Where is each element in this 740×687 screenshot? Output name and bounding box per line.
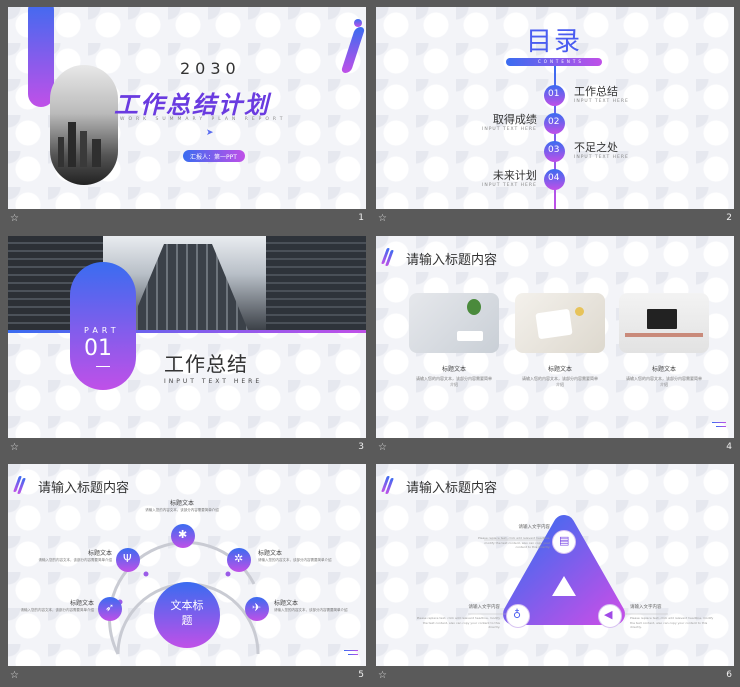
slide-6: 请输入标题内容 ▤ ♁ ◀ 请输入文字内容 Please replace tex… [376,464,734,666]
slash-logo-icon [381,248,394,266]
toc-title: 目录 [526,27,583,57]
slide-number: 2 [726,213,732,223]
toc-dot-4: 04 [544,169,565,190]
node-icon-lowright: ✈ [245,597,269,621]
footer-line [716,426,726,427]
bulb-icon: ♁ [513,608,522,621]
slide-number: 5 [358,670,364,680]
node-icon-left: Ψ [116,548,140,572]
reporter-pill: 汇报人：第一PPT [183,150,245,162]
section-sub: INPUT TEXT HERE [164,378,263,385]
slide-1: 2030 工作总结计划 WORK SUMMARY PLAN REPORT ➤ 汇… [8,7,366,209]
card-1: 标题文本 请输入您的内容文本，该部分内容需要简单介绍 [416,366,492,387]
node-icon-top: ✱ [171,524,195,548]
toc-item-1: 工作总结 INPUT TEXT HERE [574,85,629,104]
card-image-2 [515,293,605,353]
subtitle: WORK SUMMARY PLAN REPORT [120,117,287,122]
doc-icon-circle: ▤ [552,530,576,554]
info-block-left: 请输入文字内容 Please replace text, click add r… [416,605,500,629]
footer-line [348,654,358,655]
section-title: 工作总结 [164,352,248,376]
center-circle: 文本标题 [154,582,220,648]
year: 2030 [180,59,241,78]
network-icon: ✲ [234,552,244,565]
slide-number: 6 [726,670,732,680]
photo-underline [8,330,366,333]
contents-pill: CONTENTS [506,58,602,66]
antenna-icon: Ψ [123,552,132,565]
star-icon[interactable]: ☆ [378,442,387,453]
card-image-1 [409,293,499,353]
slide-number: 3 [358,442,364,452]
card-3: 标题文本 请输入您的内容文本，该部分内容需要简单介绍 [626,366,702,387]
slide-3: PART 01 工作总结 INPUT TEXT HERE [8,236,366,438]
footer-line [344,650,358,651]
main-title: 工作总结计划 [114,91,270,119]
star-icon[interactable]: ☆ [10,670,19,681]
node-lowright: 标题文本 请输入您的内容文本，该部分内容需要简单介绍 [274,600,348,612]
node-icon-right: ✲ [227,548,251,572]
node-top: 标题文本 请输入您的内容文本，该部分内容需要简单介绍 [145,500,219,512]
node-icon-lowleft: ➶ [98,597,122,621]
slide-2: 目录 CONTENTS 01 02 03 04 工作总结 INPUT TEXT … [376,7,734,209]
star-icon[interactable]: ☆ [10,213,19,224]
reporter-label: 汇报人：第一PPT [190,154,237,161]
megaphone-icon: ◀ [604,608,613,621]
bulb-icon-circle: ♁ [506,604,530,628]
star-icon[interactable]: ☆ [378,213,387,224]
satellite-icon: ✈ [252,601,262,614]
building-photo [8,236,366,330]
toc-dot-1: 01 [544,85,565,106]
node-lowleft: 标题文本 请输入您的内容文本，该部分内容需要简单介绍 [20,600,95,612]
card-image-3 [619,293,709,353]
corner-dot [354,19,362,27]
info-block-top: 请输入文字内容 Please replace text, click add r… [477,525,550,549]
city-photo [50,65,118,185]
slide-number: 1 [358,213,364,223]
megaphone-icon-circle: ◀ [598,604,622,628]
atom-icon: ✱ [178,528,188,541]
star-icon[interactable]: ☆ [378,670,387,681]
toc-dot-3: 03 [544,141,565,162]
node-right: 标题文本 请输入您的内容文本，该部分内容需要简单介绍 [258,550,332,562]
corner-stroke [340,27,366,73]
card-2: 标题文本 请输入您的内容文本，该部分内容需要简单介绍 [522,366,598,387]
toc-dot-2: 02 [544,113,565,134]
footer-line [712,422,726,423]
document-icon: ▤ [559,534,570,547]
toc-item-4: 未来计划 INPUT TEXT HERE [482,169,537,188]
triangle-diagram [468,515,668,625]
part-badge: PART 01 [70,262,136,390]
part-label: PART [84,326,120,335]
rocket-icon: ➶ [105,601,115,614]
slide-5: 请输入标题内容 文本标题 ✱ Ψ ✲ ➶ ✈ 标题文本 请输入您的内容文本，该部… [8,464,366,666]
toc-item-3: 不足之处 INPUT TEXT HERE [574,141,629,160]
send-icon: ➤ [206,128,214,138]
slide-4: 请输入标题内容 标题文本 请输入您的内容文本，该部分内容需要简单介绍 标题文本 … [376,236,734,438]
info-block-right: 请输入文字内容 Please replace text, click add r… [630,605,714,629]
slide-number: 4 [726,442,732,452]
toc-item-2: 取得成绩 INPUT TEXT HERE [482,113,537,132]
star-icon[interactable]: ☆ [10,442,19,453]
part-number: 01 [84,336,112,361]
slide-heading: 请输入标题内容 [406,253,498,268]
contents-label: CONTENTS [538,59,584,64]
node-left: 标题文本 请输入您的内容文本，该部分内容需要简单介绍 [38,550,113,562]
